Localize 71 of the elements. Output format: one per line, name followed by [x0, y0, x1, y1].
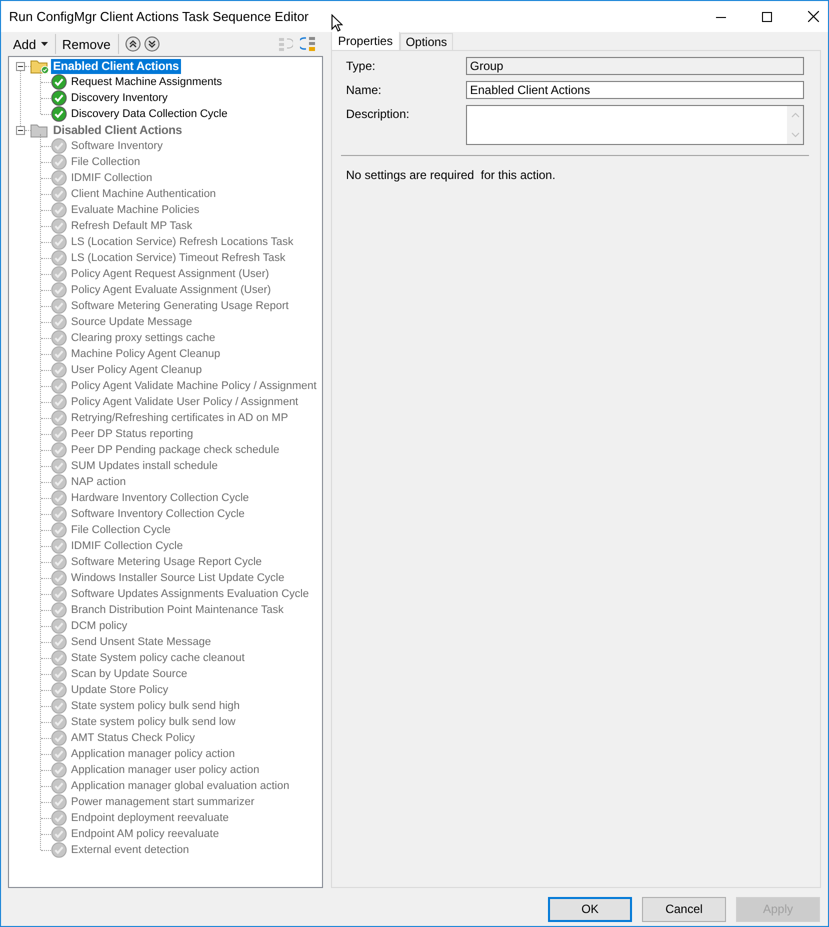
- group-icon[interactable]: [300, 36, 316, 52]
- tree-item[interactable]: Request Machine Assignments: [70, 74, 224, 90]
- tree-item[interactable]: File Collection: [70, 154, 142, 170]
- tree-item[interactable]: Policy Agent Request Assignment (User): [70, 266, 270, 282]
- maximize-icon[interactable]: [762, 12, 772, 22]
- tree-item[interactable]: Software Inventory Collection Cycle: [70, 506, 246, 522]
- tree-item[interactable]: State system policy bulk send low: [70, 714, 236, 730]
- tree-item[interactable]: DCM policy: [70, 618, 128, 634]
- tree-item[interactable]: Software Inventory: [70, 138, 164, 154]
- window-title: Run ConfigMgr Client Actions Task Sequence Editor: [9, 9, 309, 24]
- tree-item[interactable]: Peer DP Pending package check schedule: [70, 442, 280, 458]
- tree-item[interactable]: Hardware Inventory Collection Cycle: [70, 490, 250, 506]
- tree-item[interactable]: Software Metering Usage Report Cycle: [70, 554, 263, 570]
- tree-item[interactable]: Refresh Default MP Task: [70, 218, 194, 234]
- collapse-icon[interactable]: [16, 62, 25, 70]
- tree-item[interactable]: Policy Agent Evaluate Assignment (User): [70, 282, 272, 298]
- tree-item[interactable]: IDMIF Collection: [70, 170, 154, 186]
- tree-item[interactable]: Retrying/Refreshing certificates in AD on MP: [70, 410, 290, 426]
- tree-item[interactable]: Evaluate Machine Policies: [70, 202, 200, 218]
- field-label: Type:: [346, 58, 376, 73]
- tree-item[interactable]: Power management start summarizer: [70, 794, 256, 810]
- tree-item[interactable]: Policy Agent Validate Machine Policy / Assignment: [70, 378, 318, 394]
- close-icon[interactable]: [808, 11, 819, 22]
- name-field[interactable]: Enabled Client Actions: [466, 81, 804, 99]
- tree-item[interactable]: Peer DP Status reporting: [70, 426, 194, 442]
- field-label: Description:: [346, 106, 410, 121]
- tab[interactable]: Properties: [331, 30, 400, 50]
- tree-item[interactable]: NAP action: [70, 474, 127, 490]
- tree-item[interactable]: Application manager global evaluation action: [70, 778, 290, 794]
- tree-item[interactable]: Scan by Update Source: [70, 666, 188, 682]
- tree-item[interactable]: Software Metering Generating Usage Report: [70, 298, 290, 314]
- tree-item[interactable]: LS (Location Service) Refresh Locations Task: [70, 234, 294, 250]
- tree-item[interactable]: LS (Location Service) Timeout Refresh Task: [70, 250, 286, 266]
- tree-item[interactable]: Application manager user policy action: [70, 762, 260, 778]
- tree-item[interactable]: Branch Distribution Point Maintenance Task: [70, 602, 285, 618]
- caret-icon: [41, 42, 48, 46]
- info-text: No settings are required for this action.: [346, 168, 556, 182]
- tree-item[interactable]: File Collection Cycle: [70, 522, 172, 538]
- tree-item[interactable]: AMT Status Check Policy: [70, 730, 196, 746]
- tab[interactable]: Options: [400, 33, 454, 50]
- tree-item[interactable]: IDMIF Collection Cycle: [70, 538, 184, 554]
- tree-item[interactable]: Application manager policy action: [70, 746, 236, 762]
- type-field: Group: [466, 57, 804, 75]
- tree-item[interactable]: Endpoint AM policy reevaluate: [70, 826, 220, 842]
- tree-item[interactable]: User Policy Agent Cleanup: [70, 362, 203, 378]
- tree-item[interactable]: Update Store Policy: [70, 682, 170, 698]
- tree-item[interactable]: State system policy bulk send high: [70, 698, 241, 714]
- tree-item[interactable]: Client Machine Authentication: [70, 186, 217, 202]
- add-menu-button[interactable]: Add: [8, 34, 54, 54]
- tree-item[interactable]: External event detection: [70, 842, 190, 858]
- tree-item[interactable]: Windows Installer Source List Update Cycle: [70, 570, 286, 586]
- tree-item[interactable]: Software Updates Assignments Evaluation Cycle: [70, 586, 310, 602]
- dialog-button[interactable]: OK: [548, 896, 632, 922]
- remove-button[interactable]: Remove: [55, 34, 119, 54]
- tree-item[interactable]: State System policy cache cleanout: [70, 650, 246, 666]
- tree-item[interactable]: Machine Policy Agent Cleanup: [70, 346, 222, 362]
- tree-item[interactable]: Source Update Message: [70, 314, 194, 330]
- tree-group-item[interactable]: Disabled Client Actions: [51, 122, 184, 138]
- tree-item[interactable]: Policy Agent Validate User Policy / Assignment: [70, 394, 300, 410]
- tree-item[interactable]: SUM Updates install schedule: [70, 458, 219, 474]
- move-down-icon[interactable]: [144, 36, 160, 52]
- tree-item[interactable]: Send Unsent State Message: [70, 634, 212, 650]
- tree-item[interactable]: Discovery Data Collection Cycle: [70, 106, 228, 122]
- collapse-icon[interactable]: [16, 126, 25, 134]
- tree-item[interactable]: Discovery Inventory: [70, 90, 169, 106]
- field-label: Name:: [346, 82, 382, 97]
- tree-item[interactable]: Clearing proxy settings cache: [70, 330, 216, 346]
- tree-group-item[interactable]: Enabled Client Actions: [51, 58, 181, 74]
- move-up-icon[interactable]: [124, 36, 141, 52]
- tree-item[interactable]: Endpoint deployment reevaluate: [70, 810, 230, 826]
- dialog-button[interactable]: Cancel: [642, 896, 726, 922]
